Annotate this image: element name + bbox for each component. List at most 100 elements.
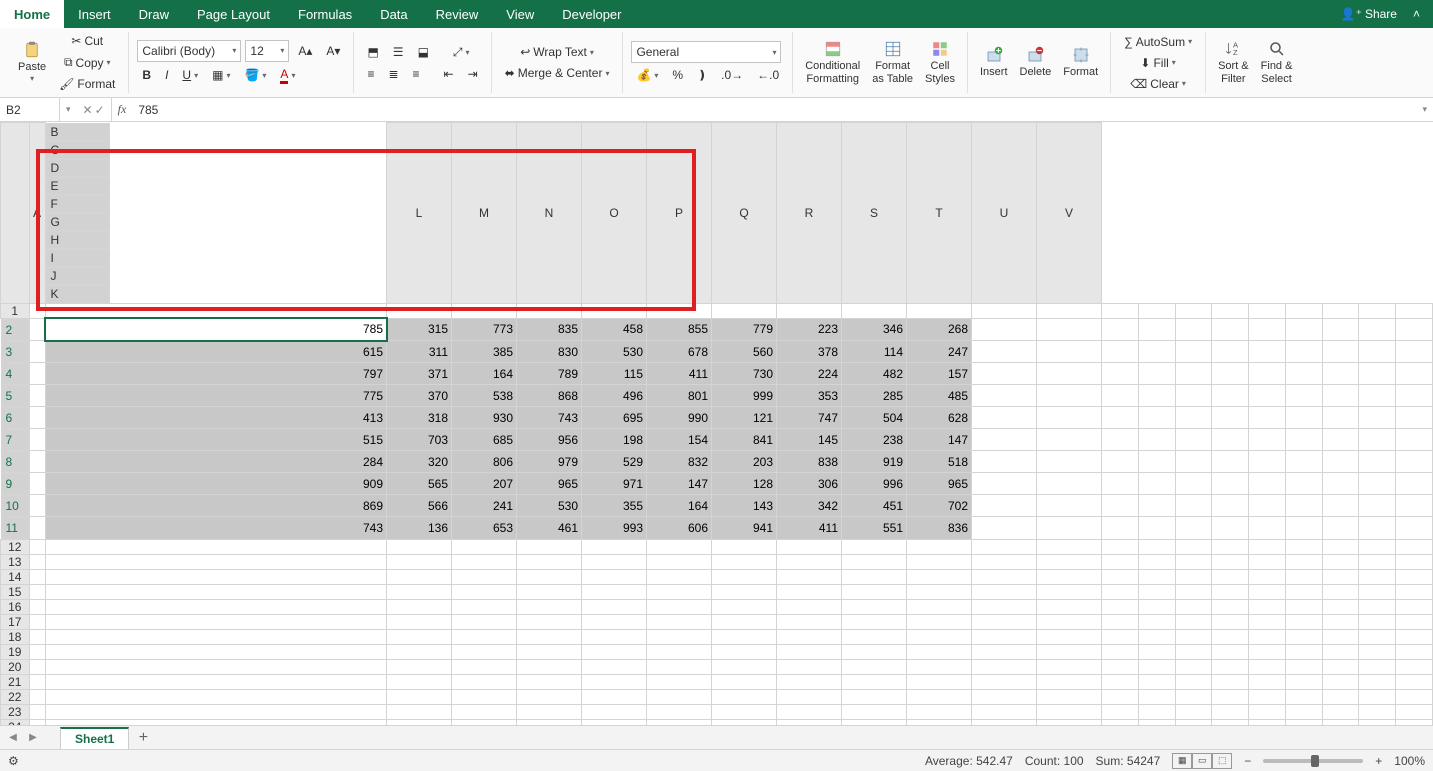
cell[interactable]: [1322, 407, 1359, 429]
cell[interactable]: [1359, 674, 1396, 689]
cell[interactable]: [1102, 644, 1139, 659]
cell[interactable]: [29, 554, 45, 569]
cell[interactable]: [1359, 363, 1396, 385]
cell[interactable]: [1102, 303, 1139, 318]
cell[interactable]: [1322, 584, 1359, 599]
cell[interactable]: [1322, 644, 1359, 659]
cell[interactable]: [1138, 614, 1175, 629]
cell[interactable]: 653: [452, 517, 517, 540]
cell[interactable]: 143: [712, 495, 777, 517]
cell[interactable]: [1212, 303, 1249, 318]
cell[interactable]: [517, 303, 582, 318]
customize-statusbar-icon[interactable]: ⚙: [8, 754, 19, 768]
cell[interactable]: [1138, 385, 1175, 407]
cell[interactable]: [1322, 473, 1359, 495]
cell[interactable]: [1138, 584, 1175, 599]
cell[interactable]: [29, 473, 45, 495]
cell[interactable]: 306: [777, 473, 842, 495]
cell[interactable]: 993: [582, 517, 647, 540]
cell[interactable]: [1285, 303, 1322, 318]
cell[interactable]: [1396, 495, 1433, 517]
cell[interactable]: [1359, 614, 1396, 629]
font-color-button[interactable]: A▾: [275, 65, 300, 86]
cell[interactable]: [1102, 629, 1139, 644]
cell[interactable]: [1102, 674, 1139, 689]
cell[interactable]: [842, 614, 907, 629]
find-select-button[interactable]: Find & Select: [1257, 38, 1297, 86]
cell[interactable]: [1138, 318, 1175, 341]
cell[interactable]: [45, 719, 387, 725]
row-header[interactable]: 12: [1, 539, 30, 554]
cell[interactable]: [517, 614, 582, 629]
cell[interactable]: 678: [647, 341, 712, 363]
cell[interactable]: [517, 599, 582, 614]
cell[interactable]: [1138, 495, 1175, 517]
cell[interactable]: [1175, 303, 1212, 318]
cell[interactable]: [1285, 363, 1322, 385]
cell[interactable]: [1175, 719, 1212, 725]
cell[interactable]: 919: [842, 451, 907, 473]
row-header[interactable]: 17: [1, 614, 30, 629]
cell[interactable]: [387, 659, 452, 674]
cell[interactable]: [1102, 599, 1139, 614]
cell[interactable]: [452, 629, 517, 644]
cell[interactable]: 241: [452, 495, 517, 517]
cell[interactable]: [1212, 341, 1249, 363]
cell[interactable]: [907, 584, 972, 599]
cell[interactable]: [1285, 689, 1322, 704]
cell[interactable]: [1359, 659, 1396, 674]
cell[interactable]: [1285, 495, 1322, 517]
cell[interactable]: [1212, 599, 1249, 614]
cell[interactable]: [582, 659, 647, 674]
cell[interactable]: 979: [517, 451, 582, 473]
cell[interactable]: [1037, 451, 1102, 473]
conditional-formatting-button[interactable]: Conditional Formatting: [801, 38, 864, 86]
cell[interactable]: [972, 689, 1037, 704]
cell[interactable]: [1175, 659, 1212, 674]
cell[interactable]: [712, 554, 777, 569]
cell[interactable]: [1102, 363, 1139, 385]
cell[interactable]: [1175, 704, 1212, 719]
row-header[interactable]: 10: [1, 495, 29, 517]
cell[interactable]: [842, 629, 907, 644]
cell[interactable]: [712, 584, 777, 599]
cell[interactable]: [1359, 704, 1396, 719]
cell[interactable]: [647, 614, 712, 629]
cell[interactable]: [452, 599, 517, 614]
tab-formulas[interactable]: Formulas: [284, 0, 366, 28]
cell[interactable]: [45, 659, 387, 674]
cell[interactable]: [1359, 451, 1396, 473]
orientation-button[interactable]: ⤢▾: [448, 43, 475, 62]
tab-view[interactable]: View: [492, 0, 548, 28]
cell[interactable]: [1396, 689, 1433, 704]
cell[interactable]: [1212, 584, 1249, 599]
cell[interactable]: [582, 719, 647, 725]
cell[interactable]: [1359, 629, 1396, 644]
cell[interactable]: [1249, 704, 1286, 719]
cell[interactable]: [1212, 644, 1249, 659]
column-header[interactable]: F: [46, 195, 110, 213]
cell[interactable]: 801: [647, 385, 712, 407]
cell[interactable]: [1175, 689, 1212, 704]
cell[interactable]: [1359, 554, 1396, 569]
cell[interactable]: [1037, 341, 1102, 363]
cell[interactable]: [1249, 363, 1286, 385]
cell[interactable]: 941: [712, 517, 777, 540]
cell[interactable]: [45, 554, 387, 569]
cell[interactable]: [1102, 318, 1139, 341]
row-header[interactable]: 2: [1, 319, 29, 341]
cell[interactable]: 451: [842, 495, 907, 517]
cell[interactable]: [1138, 303, 1175, 318]
cell[interactable]: [1212, 569, 1249, 584]
cell[interactable]: [1212, 629, 1249, 644]
cell[interactable]: [647, 539, 712, 554]
cell[interactable]: [1102, 517, 1139, 540]
fill-button[interactable]: ⬇Fill▾: [1119, 54, 1197, 72]
cell[interactable]: [972, 539, 1037, 554]
cell[interactable]: 538: [452, 385, 517, 407]
cell[interactable]: [1396, 704, 1433, 719]
expand-formula-bar-button[interactable]: ▾: [1416, 104, 1433, 115]
cell[interactable]: [1249, 451, 1286, 473]
cell[interactable]: [1322, 659, 1359, 674]
cell[interactable]: [45, 584, 387, 599]
